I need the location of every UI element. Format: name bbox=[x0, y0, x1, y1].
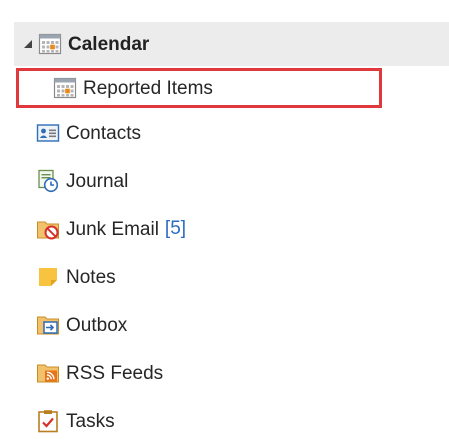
folder-outbox[interactable]: Outbox bbox=[0, 305, 127, 345]
calendar-icon bbox=[38, 33, 62, 55]
folder-reported-items[interactable]: Reported Items bbox=[16, 68, 382, 108]
notes-icon bbox=[39, 268, 57, 286]
folder-label: Journal bbox=[66, 170, 129, 192]
folder-notes[interactable]: Notes bbox=[0, 257, 116, 297]
folder-label: Reported Items bbox=[83, 77, 213, 99]
folder-contacts[interactable]: Contacts bbox=[0, 113, 141, 153]
junk-folder-icon bbox=[37, 221, 59, 240]
journal-icon bbox=[38, 169, 59, 193]
folder-label: Contacts bbox=[66, 122, 141, 144]
folder-label: Calendar bbox=[68, 33, 150, 55]
folder-label: RSS Feeds bbox=[66, 362, 164, 384]
folder-label: Tasks bbox=[66, 410, 115, 432]
folder-calendar[interactable]: Calendar bbox=[14, 22, 449, 66]
unread-count-badge: [5] bbox=[164, 218, 187, 239]
folder-rss-feeds[interactable]: RSS Feeds bbox=[0, 353, 163, 393]
folder-label: Notes bbox=[66, 266, 116, 288]
rss-folder-icon bbox=[37, 364, 59, 383]
folder-journal[interactable]: Journal bbox=[0, 161, 128, 201]
folder-label: Junk Email bbox=[66, 218, 159, 240]
calendar-icon bbox=[53, 77, 77, 99]
tasks-clipboard-icon bbox=[38, 410, 58, 433]
folder-pane: Calendar Reported Items Contacts Journal… bbox=[0, 0, 449, 441]
expand-collapse-arrow-icon[interactable] bbox=[22, 38, 34, 50]
outbox-folder-icon bbox=[37, 316, 59, 335]
contacts-card-icon bbox=[36, 124, 60, 142]
folder-tasks[interactable]: Tasks bbox=[0, 401, 115, 441]
folder-junk-email[interactable]: Junk Email [5] bbox=[0, 209, 186, 249]
folder-label: Outbox bbox=[66, 314, 128, 336]
